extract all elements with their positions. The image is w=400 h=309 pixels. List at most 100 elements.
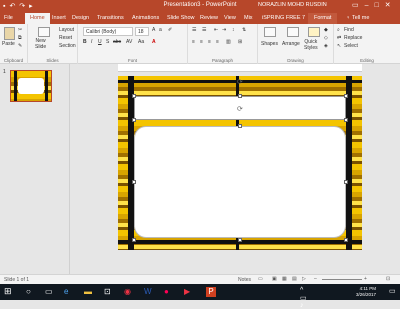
numbering-icon[interactable]: ☰ [202,27,206,33]
bullets-icon[interactable]: ☰ [192,27,196,33]
new-slide-icon[interactable] [38,27,50,37]
close-icon[interactable]: ✕ [385,2,397,9]
tab-home[interactable]: Home [25,13,50,24]
notifications-icon[interactable]: ▭ [389,287,399,297]
selection-handle[interactable] [344,238,348,242]
tab-review[interactable]: Review [200,15,218,21]
tab-animations[interactable]: Animations [132,15,159,21]
selection-handle[interactable] [238,238,242,242]
new-slide-button[interactable]: New Slide [35,38,46,50]
align-center-icon[interactable]: ≡ [200,39,203,45]
change-case-icon[interactable]: Aa [138,39,144,45]
minimize-icon[interactable]: – [365,2,375,9]
selection-handle[interactable] [238,124,242,128]
powerpoint-icon[interactable]: P [206,287,216,297]
selection-handle[interactable] [132,118,136,122]
zoom-slider[interactable] [322,279,362,280]
tab-ispring[interactable]: iSPRING FREE 7 [262,15,305,21]
underline-icon[interactable]: U [98,39,102,45]
clear-format-icon[interactable]: ✐ [168,27,172,33]
content-placeholder[interactable] [134,126,346,238]
selection-handle[interactable] [132,180,136,184]
text-direction-icon[interactable]: ⇅ [242,27,246,33]
arrange-button[interactable]: Arrange [282,41,300,47]
selection-handle[interactable] [238,94,242,98]
normal-view-icon[interactable]: ▣ [272,276,277,282]
grow-font-icon[interactable]: A [152,27,155,33]
columns-icon[interactable]: ▥ [226,39,231,45]
selection-handle[interactable] [132,238,136,242]
cortana-icon[interactable]: ○ [26,287,36,297]
edge-icon[interactable]: e [64,287,74,297]
chrome-icon[interactable]: ◉ [124,287,134,297]
shape-outline-icon[interactable]: ◇ [324,35,328,41]
find-icon[interactable]: ⌕ [337,27,340,33]
tab-view[interactable]: View [224,15,236,21]
select-icon[interactable]: ↖ [337,43,341,49]
char-spacing-icon[interactable]: AV [126,39,132,45]
shrink-font-icon[interactable]: a [159,27,162,33]
strikethrough-icon[interactable]: abc [113,39,121,45]
align-left-icon[interactable]: ≡ [192,39,195,45]
tab-file[interactable]: File [4,15,13,21]
section-button[interactable]: Section [59,43,76,49]
copy-icon[interactable]: ⧉ [18,35,22,41]
reading-view-icon[interactable]: ▤ [292,276,297,282]
slide-thumbnail[interactable] [10,70,52,102]
arrange-icon[interactable] [287,27,299,37]
task-view-icon[interactable]: ▭ [45,287,55,297]
slide-sorter-icon[interactable]: ▦ [282,276,287,282]
rotate-handle-icon[interactable]: ⟳ [237,78,243,86]
find-button[interactable]: Find [344,27,354,33]
shape-fill-icon[interactable]: ◆ [324,27,328,33]
window-controls[interactable]: ▭–□✕ [352,1,397,9]
replace-button[interactable]: Replace [344,35,362,41]
store-icon[interactable]: ⊡ [104,287,114,297]
replace-icon[interactable]: ⇄ [337,35,341,41]
italic-icon[interactable]: I [91,39,92,45]
maximize-icon[interactable]: □ [375,2,385,9]
selection-handle[interactable] [344,94,348,98]
notes-button[interactable]: Notes [238,277,251,283]
paste-button[interactable]: Paste [2,41,15,47]
app-icon[interactable]: ● [164,287,174,297]
windows-start-icon[interactable]: ⊞ [4,286,14,296]
tab-transitions[interactable]: Transitions [97,15,124,21]
zoom-in-icon[interactable]: + [364,276,367,282]
system-tray-icon[interactable]: ^ ▭ ♪ [300,287,310,309]
shapes-icon[interactable] [264,27,276,37]
word-icon[interactable]: W [144,287,154,297]
cut-icon[interactable]: ✂ [18,27,22,33]
ribbon-display-icon[interactable]: ▭ [352,2,365,9]
selection-handle[interactable] [344,118,348,122]
fit-slide-icon[interactable]: ⊡ [386,276,390,282]
slide-canvas[interactable]: ⟳ ⟳ [118,76,362,250]
reset-button[interactable]: Reset [59,35,72,41]
media-icon[interactable]: ▶ [184,287,194,297]
select-button[interactable]: Select [344,43,358,49]
smartart-icon[interactable]: ⊞ [238,39,242,45]
quick-styles-button[interactable]: Quick Styles [304,39,318,51]
tab-format[interactable]: Format [308,13,338,24]
comments-icon[interactable]: ▭ [258,276,263,282]
selection-handle[interactable] [132,94,136,98]
tab-insert[interactable]: Insert [52,15,66,21]
file-explorer-icon[interactable]: ▬ [84,287,94,297]
bold-icon[interactable]: B [83,39,87,45]
paste-icon[interactable] [4,27,15,40]
font-name-field[interactable]: Calibri (Body) [83,27,133,36]
decrease-indent-icon[interactable]: ⇤ [214,27,218,33]
tab-slide-show[interactable]: Slide Show [167,15,195,21]
tab-design[interactable]: Design [72,15,89,21]
justify-icon[interactable]: ≡ [216,39,219,45]
tell-me-box[interactable]: Tell me [352,15,369,21]
user-name[interactable]: NORAZLIN MOHD RUSDIN [258,2,327,8]
line-spacing-icon[interactable]: ↕ [232,27,235,33]
zoom-out-icon[interactable]: – [314,276,317,282]
selection-handle[interactable] [344,180,348,184]
increase-indent-icon[interactable]: ⇥ [222,27,226,33]
rotate-handle-icon[interactable]: ⟳ [237,105,243,113]
tab-mix[interactable]: Mix [244,15,253,21]
layout-button[interactable]: Layout [59,27,74,33]
format-painter-icon[interactable]: ✎ [18,43,22,49]
